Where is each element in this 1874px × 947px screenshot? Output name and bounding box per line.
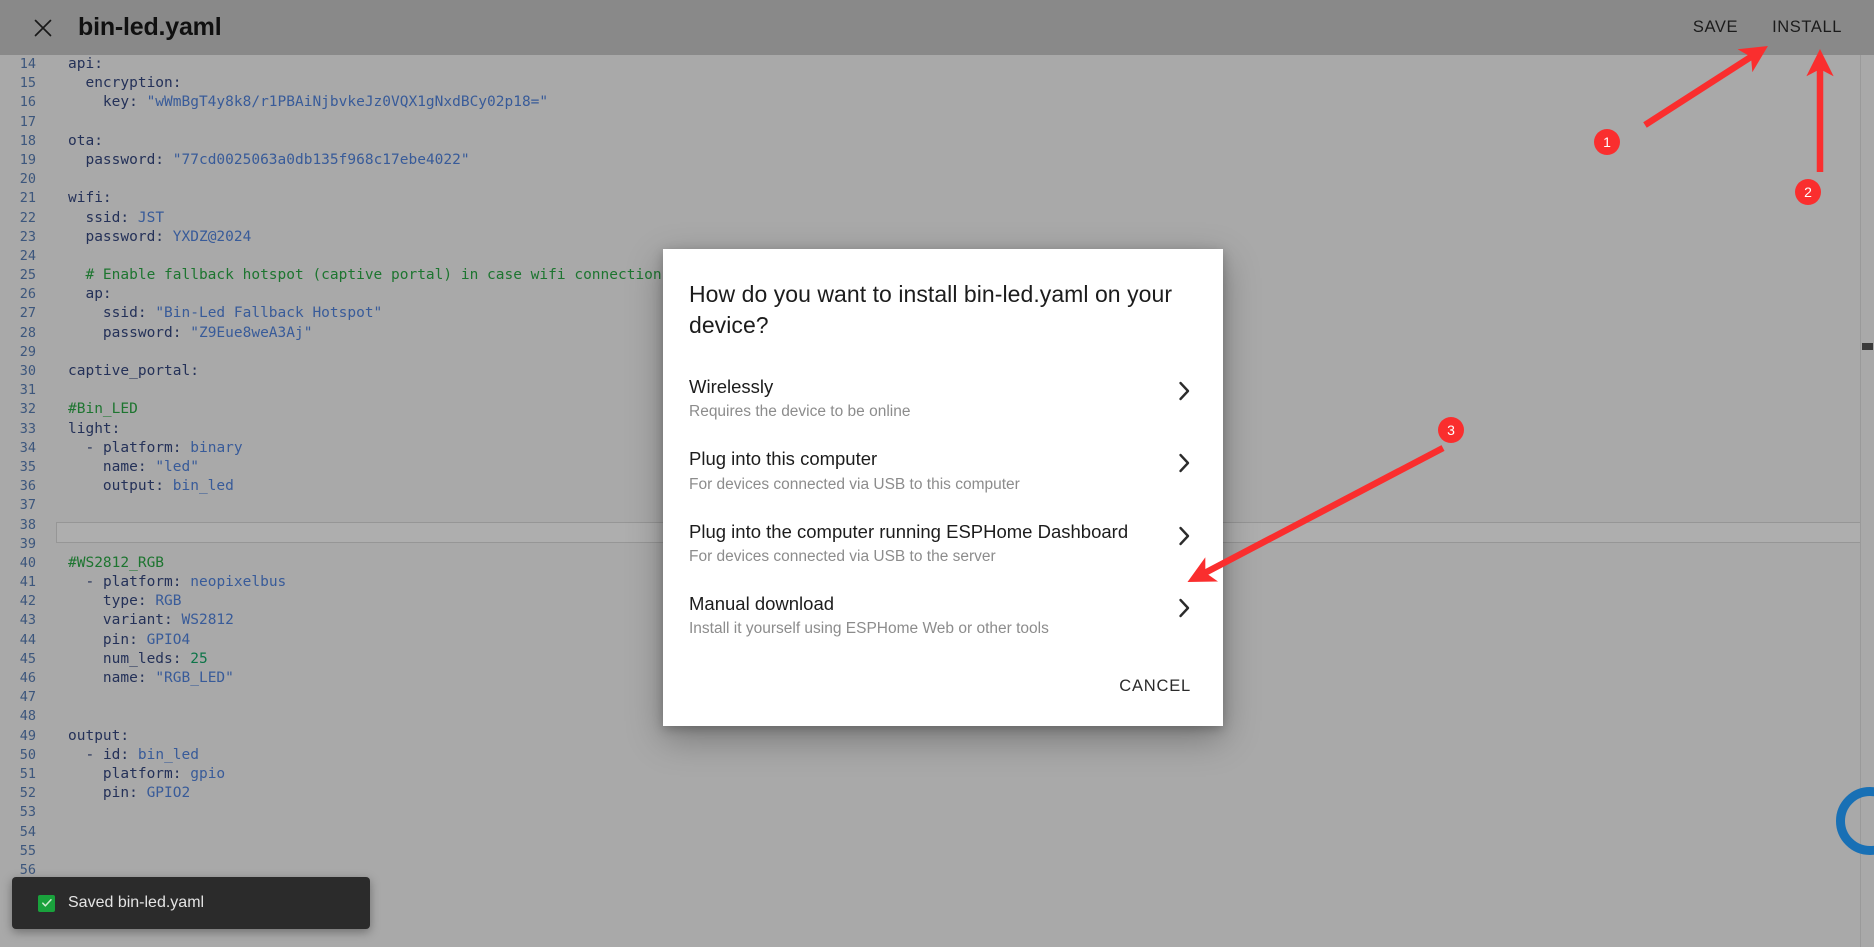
install-option-text: Plug into the computer running ESPHome D… bbox=[689, 520, 1171, 567]
install-method-dialog: How do you want to install bin-led.yaml … bbox=[663, 249, 1223, 727]
install-option-list: Wirelessly Requires the device to be onli… bbox=[689, 366, 1197, 655]
chevron-right-icon[interactable] bbox=[1171, 375, 1197, 401]
dialog-title: How do you want to install bin-led.yaml … bbox=[689, 281, 1173, 338]
install-option-title: Manual download bbox=[689, 592, 835, 614]
app-screen: 14 api: 15 encryption: 16 key: "wWmBgT4y8k8… bbox=[0, 0, 1874, 947]
install-option-subtitle: Install it yourself using ESPHome Web or… bbox=[689, 620, 1049, 638]
install-option-title: Plug into this computer bbox=[689, 448, 878, 470]
annotation-badge-2: 2 bbox=[1795, 179, 1821, 205]
chevron-right-icon[interactable] bbox=[1171, 592, 1197, 618]
dialog-actions: CANCEL bbox=[689, 655, 1197, 726]
install-option-subtitle: Requires the device to be online bbox=[689, 403, 911, 421]
install-option-3[interactable]: Plug into the computer running ESPHome D… bbox=[689, 511, 1197, 583]
install-option-title: Plug into the computer running ESPHome D… bbox=[689, 520, 1129, 542]
install-option-subtitle: For devices connected via USB to this co… bbox=[689, 475, 1020, 493]
chevron-right-icon[interactable] bbox=[1171, 520, 1197, 546]
check-square-icon bbox=[38, 894, 55, 912]
install-option-subtitle: For devices connected via USB to the ser… bbox=[689, 547, 996, 565]
cancel-button[interactable]: CANCEL bbox=[1113, 669, 1197, 704]
install-option-title: Wirelessly bbox=[689, 376, 774, 398]
install-option-text: Manual download Install it yourself using… bbox=[689, 592, 1171, 639]
status-toast-message: Saved bin-led.yaml bbox=[68, 894, 205, 911]
chevron-right-icon[interactable] bbox=[1171, 447, 1197, 473]
install-option-2[interactable]: Plug into this computer For devices conne… bbox=[689, 438, 1197, 510]
install-option-4[interactable]: Manual download Install it yourself using… bbox=[689, 583, 1197, 655]
install-option-text: Plug into this computer For devices conne… bbox=[689, 447, 1171, 494]
install-option-1[interactable]: Wirelessly Requires the device to be onli… bbox=[689, 366, 1197, 438]
annotation-badge-1: 1 bbox=[1594, 129, 1620, 155]
install-option-text: Wirelessly Requires the device to be onli… bbox=[689, 375, 1171, 422]
status-toast: Saved bin-led.yaml bbox=[12, 877, 370, 929]
annotation-badge-3: 3 bbox=[1438, 417, 1464, 443]
